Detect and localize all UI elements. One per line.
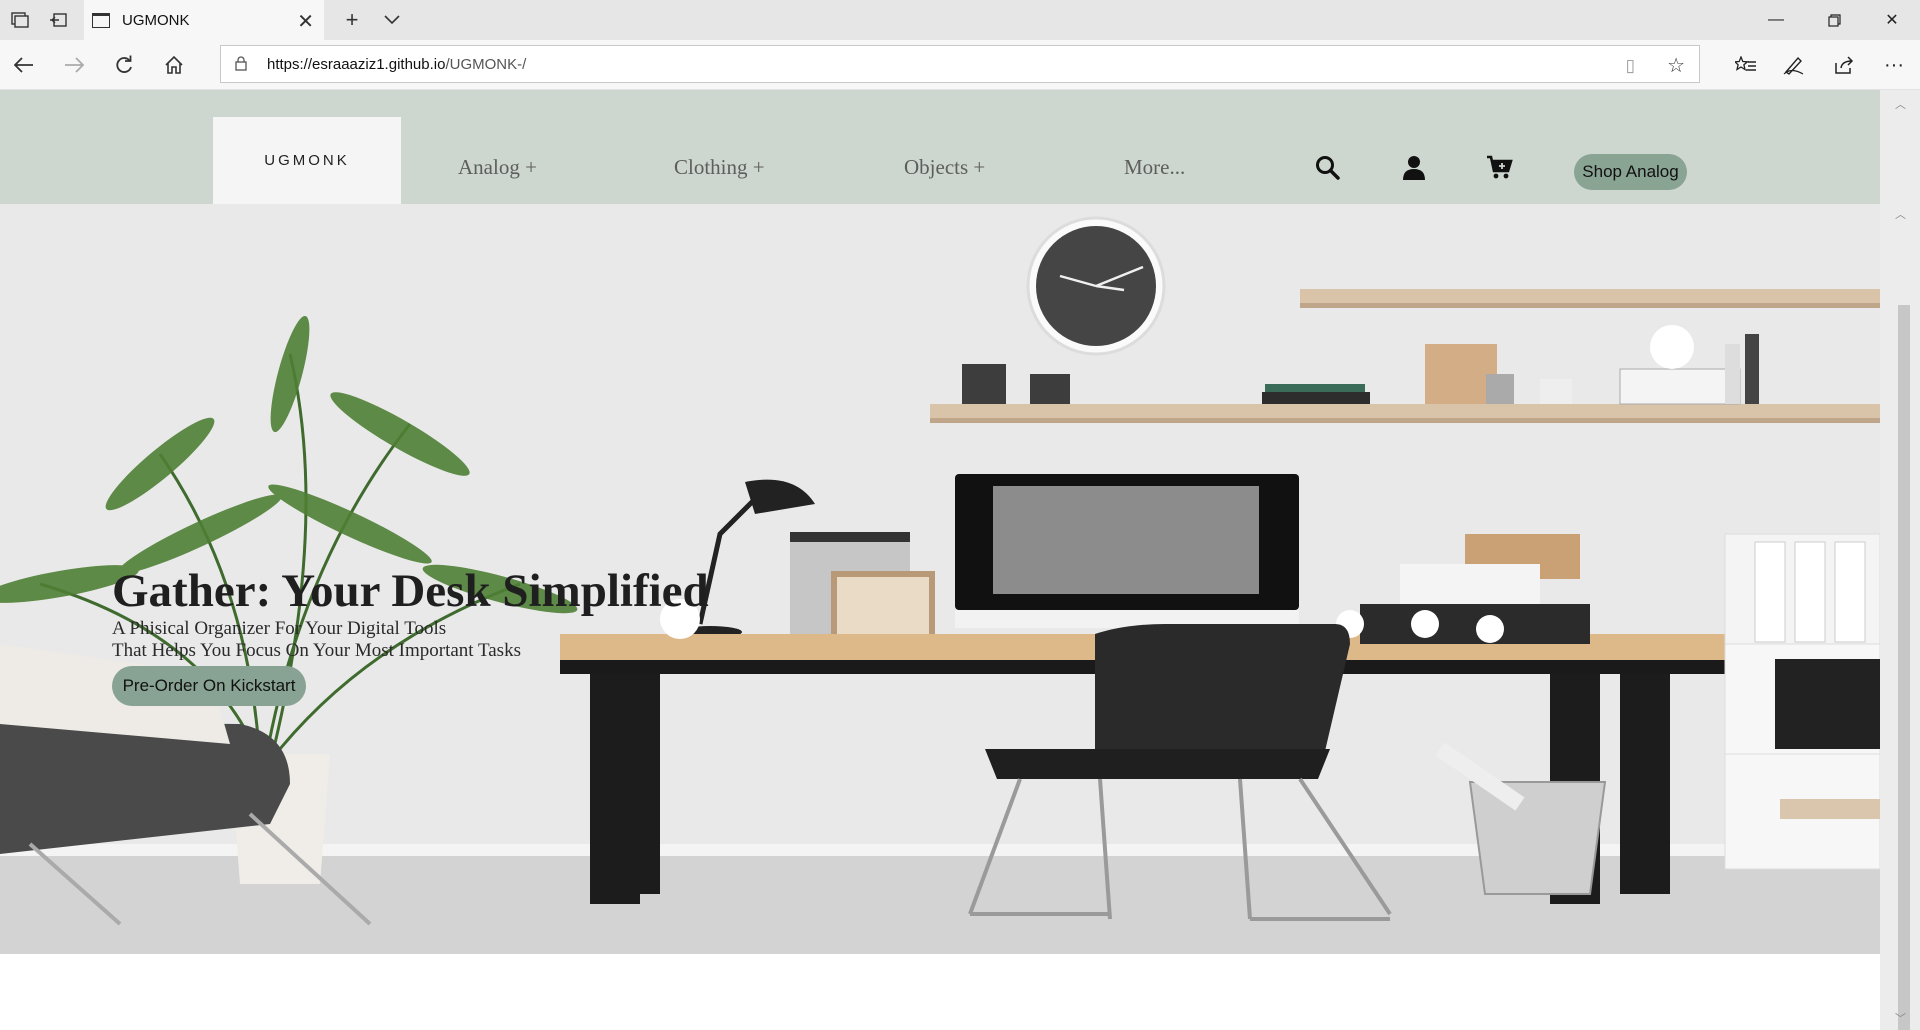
- new-tab-icon[interactable]: +: [340, 7, 364, 32]
- browser-tab-bar: UGMONK ✕ + — ✕: [0, 0, 1920, 40]
- scroll-down-arrow-icon[interactable]: ﹀: [1895, 1010, 1906, 1026]
- chevron-down-icon[interactable]: [380, 8, 404, 32]
- tab-title: UGMONK: [122, 11, 190, 29]
- menu-more[interactable]: More...: [1124, 155, 1185, 180]
- minimize-button[interactable]: —: [1748, 0, 1804, 40]
- page-scrollbar[interactable]: ︿ ︿ ﹀: [1880, 90, 1920, 1030]
- favorites-list-icon[interactable]: [1730, 49, 1762, 81]
- menu-clothing[interactable]: Clothing +: [674, 155, 765, 180]
- lock-icon: [235, 56, 247, 71]
- shop-analog-button[interactable]: Shop Analog: [1574, 154, 1687, 190]
- favorite-star-icon[interactable]: ☆: [1667, 53, 1685, 78]
- page-icon: [92, 12, 110, 28]
- search-icon[interactable]: [1314, 154, 1342, 182]
- hero-section: Gather: Your Desk Simplified A Phisical …: [0, 204, 1880, 954]
- set-tabs-aside-icon[interactable]: [46, 8, 70, 32]
- menu-analog[interactable]: Analog +: [458, 155, 537, 180]
- logo[interactable]: UGMONK: [213, 117, 401, 204]
- hero-title: Gather: Your Desk Simplified: [112, 565, 709, 617]
- tab-actions-icon[interactable]: [8, 8, 32, 32]
- address-bar[interactable]: https://esraaaziz1.github.io/UGMONK-/ ▯ …: [220, 45, 1700, 83]
- hero-subtitle-line-1: A Phisical Organizer For Your Digital To…: [112, 618, 447, 639]
- forward-icon[interactable]: [60, 51, 88, 79]
- back-icon[interactable]: [10, 51, 38, 79]
- close-tab-icon[interactable]: ✕: [297, 9, 314, 34]
- tab-ugmonk[interactable]: UGMONK ✕: [84, 0, 324, 40]
- logo-text: UGMONK: [264, 152, 350, 169]
- cart-icon[interactable]: [1486, 154, 1514, 182]
- url-path: /UGMONK-/: [445, 56, 527, 73]
- web-page: UGMONK Analog + Clothing + Objects + Mor…: [0, 90, 1880, 1030]
- close-window-button[interactable]: ✕: [1864, 0, 1920, 40]
- share-icon[interactable]: [1828, 49, 1860, 81]
- home-icon[interactable]: [160, 51, 188, 79]
- refresh-icon[interactable]: [110, 51, 138, 79]
- site-header: UGMONK Analog + Clothing + Objects + Mor…: [0, 90, 1880, 204]
- scroll-up-arrow-icon[interactable]: ︿: [1895, 206, 1906, 222]
- preorder-button[interactable]: Pre-Order On Kickstart: [112, 666, 306, 706]
- more-options-icon[interactable]: ···: [1878, 49, 1910, 81]
- menu-objects[interactable]: Objects +: [904, 155, 985, 180]
- browser-nav-bar: https://esraaaziz1.github.io/UGMONK-/ ▯ …: [0, 40, 1920, 90]
- user-icon[interactable]: [1400, 154, 1428, 182]
- scrollbar-thumb[interactable]: [1898, 305, 1910, 1030]
- restore-button[interactable]: [1806, 0, 1862, 40]
- notes-pen-icon[interactable]: [1778, 49, 1810, 81]
- hero-subtitle-line-2: That Helps You Focus On Your Most Import…: [112, 640, 521, 661]
- url-text: https://esraaaziz1.github.io/UGMONK-/: [267, 56, 526, 73]
- hero-text: Gather: Your Desk Simplified A Phisical …: [112, 564, 709, 706]
- scroll-up-arrow-icon[interactable]: ︿: [1895, 96, 1906, 112]
- reading-view-icon[interactable]: ▯: [1626, 56, 1635, 76]
- url-host: https://esraaaziz1.github.io: [267, 56, 446, 73]
